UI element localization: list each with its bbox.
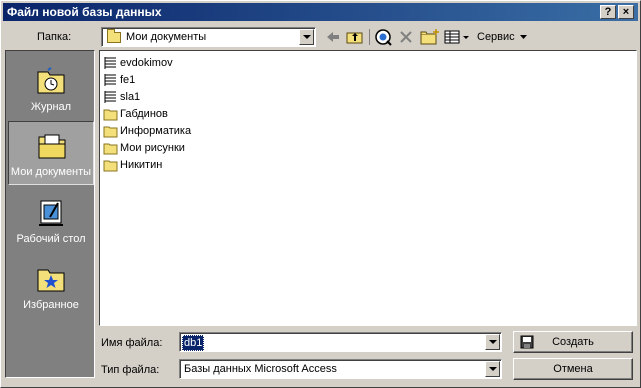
filename-input[interactable]: db1 bbox=[179, 332, 502, 352]
location-value: Мои документы bbox=[126, 31, 207, 43]
my-documents-icon bbox=[38, 134, 66, 159]
database-file-icon bbox=[104, 74, 116, 86]
search-web-icon bbox=[375, 29, 392, 46]
chevron-down-icon[interactable] bbox=[485, 334, 500, 350]
list-item[interactable]: Никитин bbox=[103, 157, 162, 173]
cancel-button[interactable]: Отмена bbox=[513, 358, 633, 380]
filetype-select[interactable]: Базы данных Microsoft Access bbox=[179, 359, 502, 379]
chevron-down-icon[interactable] bbox=[485, 361, 500, 377]
list-item[interactable]: Мои рисунки bbox=[103, 140, 185, 156]
my-documents-small-icon bbox=[107, 29, 121, 46]
database-file-icon bbox=[104, 91, 116, 103]
place-favorites[interactable]: Избранное bbox=[8, 255, 94, 319]
folder-icon bbox=[103, 143, 118, 155]
up-folder-icon bbox=[346, 32, 363, 44]
filename-value: db1 bbox=[182, 335, 205, 351]
title-bar: Файл новой базы данных ? × bbox=[3, 3, 638, 21]
places-bar: Журнал Мои документы Рабочий стол Избран… bbox=[5, 50, 95, 378]
folder-icon bbox=[103, 160, 118, 172]
place-label: Избранное bbox=[23, 299, 79, 311]
filetype-value: Базы данных Microsoft Access bbox=[184, 363, 337, 375]
tools-menu-button[interactable]: Сервис bbox=[477, 27, 533, 47]
filetype-label: Тип файла: bbox=[101, 364, 160, 376]
back-arrow-icon bbox=[327, 32, 339, 42]
chevron-down-icon[interactable] bbox=[299, 29, 314, 45]
list-item[interactable]: fe1 bbox=[103, 72, 135, 88]
folder-icon bbox=[103, 126, 118, 138]
views-icon bbox=[444, 30, 469, 44]
help-button[interactable]: ? bbox=[600, 5, 616, 19]
list-item[interactable]: sla1 bbox=[103, 89, 140, 105]
delete-button[interactable] bbox=[397, 27, 415, 47]
place-label: Журнал bbox=[30, 101, 72, 113]
place-desktop[interactable]: Рабочий стол bbox=[8, 189, 94, 253]
place-label: Мои документы bbox=[10, 166, 92, 178]
folder-icon bbox=[103, 109, 118, 121]
create-button[interactable]: Создать bbox=[513, 331, 633, 353]
chevron-down-icon bbox=[519, 35, 527, 39]
search-web-button[interactable] bbox=[373, 27, 393, 47]
cancel-label: Отмена bbox=[553, 363, 593, 375]
favorites-icon bbox=[37, 269, 65, 292]
views-button[interactable] bbox=[443, 27, 471, 47]
place-history[interactable]: Журнал bbox=[8, 57, 94, 121]
place-label: Рабочий стол bbox=[16, 233, 86, 245]
close-button[interactable]: × bbox=[618, 5, 634, 19]
list-item[interactable]: Информатика bbox=[103, 123, 191, 139]
location-label: Папка: bbox=[37, 31, 72, 43]
desktop-icon bbox=[39, 200, 63, 226]
filename-label: Имя файла: bbox=[101, 337, 163, 349]
list-item[interactable]: evdokimov bbox=[103, 55, 173, 71]
new-database-dialog: Файл новой базы данных ? × Папка: Мои до… bbox=[0, 0, 641, 388]
window-title: Файл новой базы данных bbox=[7, 5, 162, 19]
history-icon bbox=[37, 67, 65, 94]
place-my-documents[interactable]: Мои документы bbox=[8, 121, 94, 185]
database-file-icon bbox=[104, 57, 116, 69]
new-folder-icon bbox=[420, 29, 439, 45]
new-folder-button[interactable] bbox=[419, 27, 441, 47]
file-list[interactable]: evdokimov fe1 sla1 Габдинов Информатика … bbox=[99, 50, 637, 326]
create-label: Создать bbox=[552, 336, 594, 348]
back-button[interactable] bbox=[323, 27, 343, 47]
list-item[interactable]: Габдинов bbox=[103, 106, 168, 122]
save-disk-icon bbox=[520, 335, 534, 349]
up-folder-button[interactable] bbox=[345, 27, 365, 47]
delete-icon bbox=[400, 31, 412, 43]
tools-label: Сервис bbox=[477, 31, 515, 43]
location-combo[interactable]: Мои документы bbox=[101, 27, 316, 47]
